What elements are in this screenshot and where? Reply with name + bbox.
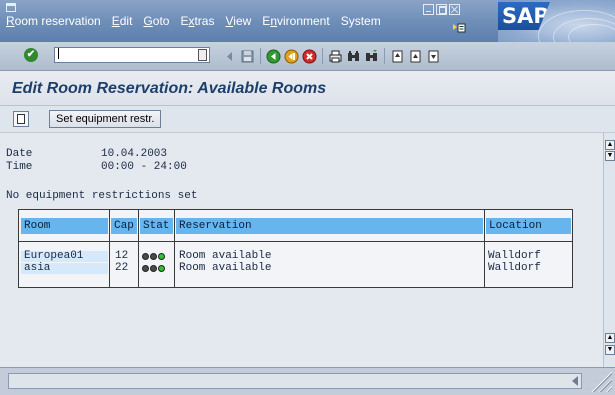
next-page-icon[interactable] — [426, 49, 441, 64]
table-row-2-status-lights — [142, 265, 165, 272]
menu-item-goto[interactable]: Goto — [143, 14, 169, 28]
system-menu-icon[interactable] — [6, 3, 16, 12]
red-light-icon — [142, 253, 149, 260]
first-page-icon[interactable] — [390, 49, 405, 64]
page-up-icon[interactable]: ▲ — [605, 333, 615, 343]
vertical-scrollbar[interactable]: ▲ ▼ ▲ ▼ — [603, 133, 615, 367]
scroll-up-icon[interactable]: ▲ — [605, 140, 615, 150]
table-row-1-location: Walldorf — [488, 250, 541, 262]
status-bar — [0, 367, 615, 395]
table-row-1-cap: 12 — [115, 250, 129, 262]
application-toolbar: Set equipment restr. — [0, 106, 615, 133]
print-icon[interactable] — [328, 49, 343, 64]
menu-item-environment[interactable]: Environment — [262, 14, 329, 28]
column-divider — [138, 210, 139, 287]
customize-layout-icon[interactable] — [452, 22, 466, 34]
column-header-stat[interactable]: Stat — [140, 218, 173, 234]
menu-item-system[interactable]: System — [341, 14, 381, 28]
menu-item-edit[interactable]: Edit — [112, 14, 133, 28]
toolbar-separator — [260, 48, 261, 64]
toolbar-separator — [384, 48, 385, 64]
page-title: Edit Room Reservation: Available Rooms — [12, 80, 327, 97]
new-document-icon[interactable] — [13, 111, 29, 127]
menu-item-view[interactable]: View — [225, 14, 251, 28]
table-row-2-cap: 22 — [115, 262, 129, 274]
green-light-icon — [158, 253, 165, 260]
command-history-icon[interactable] — [198, 49, 207, 61]
maximize-icon[interactable] — [436, 4, 447, 15]
table-row-2-room[interactable]: asia — [21, 263, 108, 274]
table-row-1-reservation: Room available — [179, 250, 272, 262]
scroll-down-icon[interactable]: ▼ — [605, 151, 615, 161]
red-light-icon — [142, 265, 149, 272]
back-icon[interactable] — [266, 49, 281, 64]
column-header-reservation[interactable]: Reservation — [176, 218, 483, 234]
enter-icon[interactable]: ✔ — [24, 48, 38, 62]
standard-toolbar: ✔ — [0, 42, 615, 71]
standard-toolbar-icons — [222, 48, 444, 64]
header-divider — [19, 241, 572, 242]
column-divider — [174, 210, 175, 287]
date-label: Date — [6, 148, 33, 160]
resize-grip-icon[interactable] — [588, 370, 612, 392]
page-down-icon[interactable]: ▼ — [605, 345, 615, 355]
yellow-light-icon — [150, 265, 157, 272]
time-value: 00:00 - 24:00 — [101, 161, 187, 173]
column-divider — [484, 210, 485, 287]
date-value: 10.04.2003 — [101, 148, 168, 160]
set-equipment-restriction-button[interactable]: Set equipment restr. — [49, 110, 162, 128]
time-label: Time — [6, 161, 33, 173]
previous-page-icon[interactable] — [408, 49, 423, 64]
yellow-light-icon — [150, 253, 157, 260]
table-row-1-status-lights — [142, 253, 165, 260]
content-area: Date 10.04.2003 Time 00:00 - 24:00 No eq… — [0, 133, 603, 367]
menu-item-room-reservation[interactable]: Room reservation — [6, 14, 101, 28]
column-header-location[interactable]: Location — [486, 218, 571, 234]
green-light-icon — [158, 265, 165, 272]
rooms-table: Room Cap Stat Reservation Location Europ… — [18, 209, 573, 288]
status-message-field — [8, 373, 582, 389]
column-header-cap[interactable]: Cap — [111, 218, 137, 234]
window-controls — [423, 4, 460, 15]
sap-logo-area: SAP — [498, 0, 615, 62]
close-icon[interactable] — [449, 4, 460, 15]
cancel-icon[interactable] — [302, 49, 317, 64]
table-row-2-location: Walldorf — [488, 262, 541, 274]
column-header-room[interactable]: Room — [21, 218, 108, 234]
toolbar-separator — [322, 48, 323, 64]
minimize-icon[interactable] — [423, 4, 434, 15]
column-divider — [109, 210, 110, 287]
command-field[interactable] — [54, 47, 210, 63]
table-row-1-room[interactable]: Europea01 — [21, 251, 108, 262]
status-expand-icon[interactable] — [572, 376, 578, 386]
find-icon[interactable] — [346, 49, 361, 64]
menu: Room reservation Edit Goto Extras View E… — [6, 14, 392, 28]
menu-bar: Room reservation Edit Goto Extras View E… — [0, 0, 615, 62]
save-icon[interactable] — [240, 49, 255, 64]
previous-icon[interactable] — [222, 49, 237, 64]
menu-item-extras[interactable]: Extras — [180, 14, 214, 28]
title-bar: Edit Room Reservation: Available Rooms — [0, 71, 615, 106]
find-next-icon[interactable] — [364, 49, 379, 64]
exit-icon[interactable] — [284, 49, 299, 64]
restriction-status-text: No equipment restrictions set — [6, 190, 198, 202]
table-row-2-reservation: Room available — [179, 262, 272, 274]
